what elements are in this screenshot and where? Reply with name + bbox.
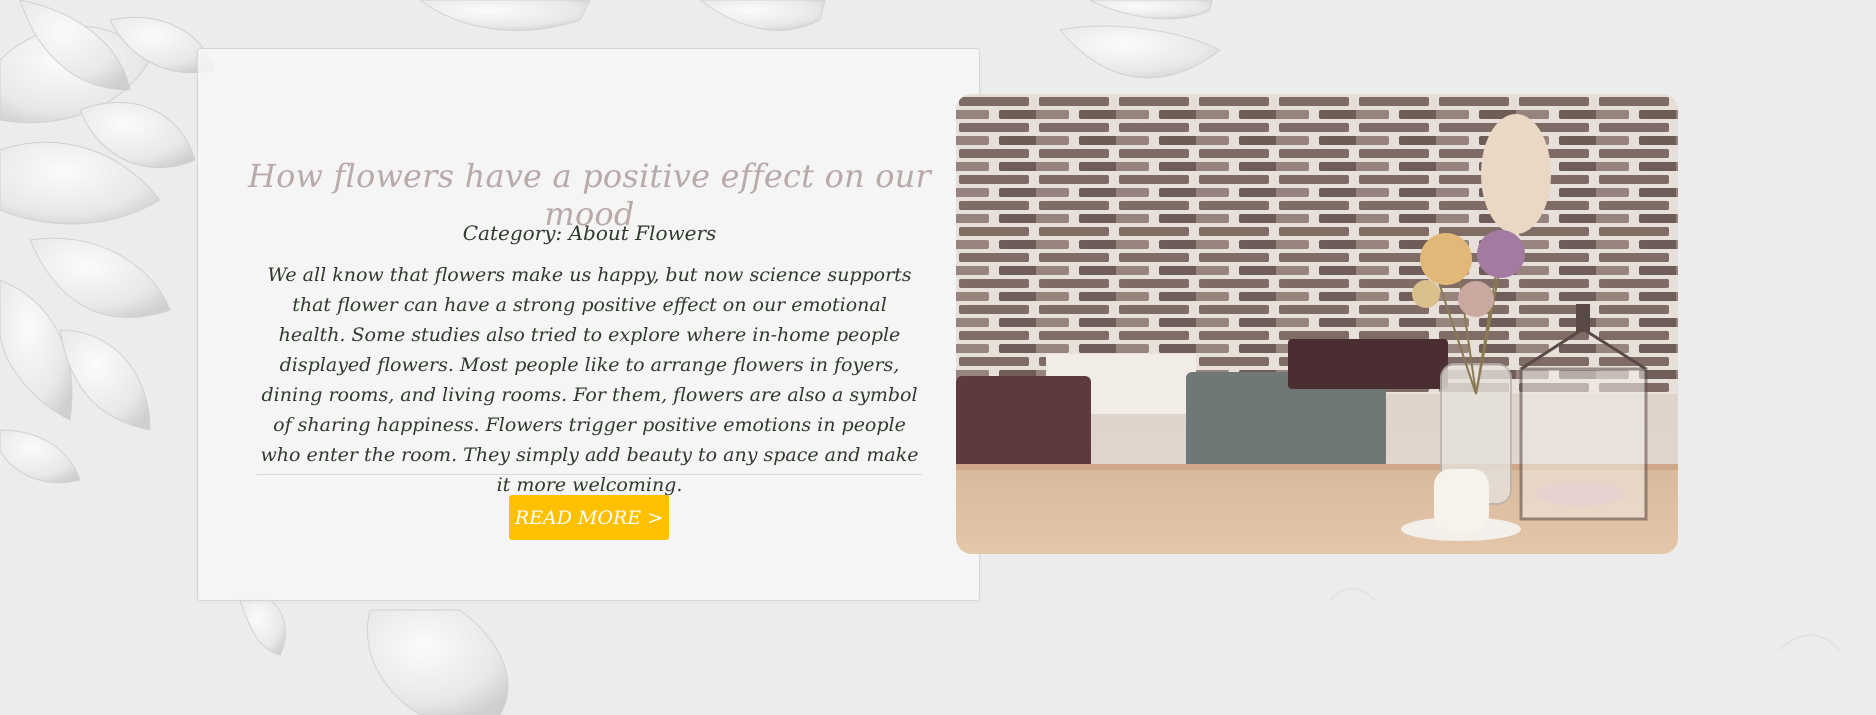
article-category: Category: About Flowers	[462, 221, 717, 245]
article-body: We all know that flowers make us happy, …	[260, 264, 919, 496]
article-card: How flowers have a positive effect on ou…	[197, 48, 980, 601]
read-more-button[interactable]: READ MORE >	[509, 495, 669, 540]
article-photo	[956, 94, 1678, 554]
divider	[257, 474, 922, 475]
